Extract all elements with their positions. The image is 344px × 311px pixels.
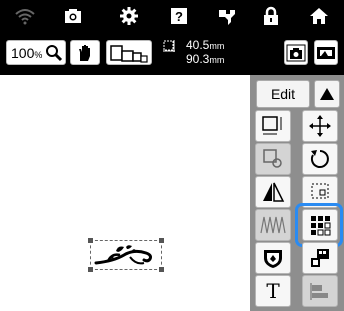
scroll-up-button[interactable]	[314, 80, 340, 108]
mirror-icon	[263, 182, 285, 202]
pattern-selection-frame[interactable]	[88, 238, 164, 272]
size-icon	[162, 39, 176, 58]
applique-button[interactable]	[255, 242, 291, 274]
toolbar: 100% 40.5mm 90.3mm	[0, 32, 344, 75]
resize-icon	[262, 116, 282, 135]
film-icon	[317, 46, 335, 59]
rotate-button[interactable]	[302, 143, 338, 175]
align-icon	[310, 283, 328, 300]
camera-frame-icon	[286, 44, 306, 61]
image-display-button[interactable]	[314, 40, 338, 65]
edit-panel: Edit T	[250, 75, 344, 311]
text-button[interactable]: T	[255, 275, 291, 307]
align-button[interactable]	[302, 275, 338, 307]
group-button[interactable]	[255, 143, 291, 175]
group-icon	[263, 149, 282, 168]
hand-icon	[79, 44, 90, 61]
triangle-up-icon	[320, 88, 334, 100]
mirror-button[interactable]	[255, 176, 291, 208]
selection-highlight	[295, 203, 343, 247]
camera-scan-button[interactable]	[284, 40, 308, 65]
sewing-icon[interactable]	[212, 2, 242, 30]
resize-handle[interactable]	[88, 238, 93, 243]
layout-icon	[110, 44, 148, 63]
color-sort-icon	[311, 249, 329, 267]
height-value: 90.3	[186, 52, 210, 66]
home-icon[interactable]	[304, 2, 334, 30]
embroidery-canvas[interactable]	[0, 75, 250, 311]
resize-handle[interactable]	[159, 238, 164, 243]
magnifier-icon	[45, 44, 63, 67]
pattern-layout-button[interactable]	[106, 40, 152, 65]
resize-handle[interactable]	[159, 267, 164, 272]
applique-icon	[264, 250, 282, 268]
move-button[interactable]	[302, 110, 338, 142]
embroidery-pattern-icon	[94, 245, 152, 265]
pattern-dimensions: 40.5mm 90.3mm	[186, 38, 225, 66]
status-bar: ?	[0, 0, 344, 32]
settings-icon[interactable]	[114, 2, 144, 30]
move-arrows-icon	[309, 115, 331, 137]
help-icon[interactable]: ?	[164, 2, 194, 30]
rotate-icon	[310, 150, 329, 168]
resize-handle[interactable]	[88, 267, 93, 272]
color-sort-button[interactable]	[302, 242, 338, 274]
lock-icon[interactable]	[256, 2, 286, 30]
size-button[interactable]	[255, 110, 291, 142]
svg-text:?: ?	[175, 9, 183, 24]
camera-icon[interactable]	[58, 2, 88, 30]
density-button[interactable]	[255, 209, 291, 241]
density-icon	[260, 216, 286, 234]
wifi-icon	[10, 2, 40, 30]
width-value: 40.5	[186, 38, 210, 52]
edit-button[interactable]: Edit	[256, 80, 310, 108]
zoom-button[interactable]: 100%	[6, 40, 66, 65]
text-label: T	[266, 279, 280, 303]
zoom-value: 100%	[11, 45, 43, 61]
border-icon	[311, 183, 329, 199]
hand-tool-button[interactable]	[70, 40, 100, 65]
